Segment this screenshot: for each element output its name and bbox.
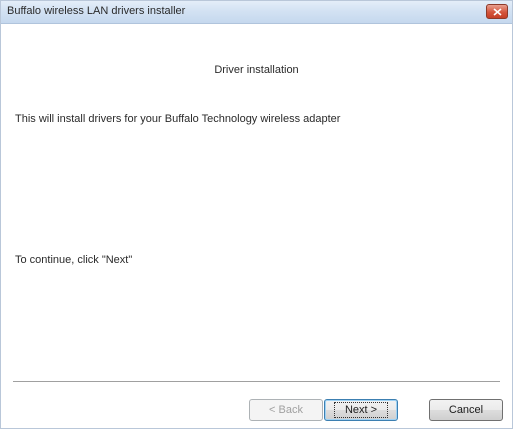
close-button[interactable] — [486, 4, 508, 19]
page-heading: Driver installation — [214, 64, 299, 76]
button-separator — [13, 381, 500, 383]
back-button[interactable]: < Back — [249, 399, 323, 421]
installer-window: Buffalo wireless LAN drivers installer D… — [0, 0, 513, 429]
cancel-button-label: Cancel — [448, 404, 484, 416]
description-text: This will install drivers for your Buffa… — [15, 113, 341, 125]
continue-instruction: To continue, click "Next" — [15, 254, 133, 266]
window-title: Buffalo wireless LAN drivers installer — [7, 5, 186, 17]
close-icon — [492, 7, 502, 16]
next-button[interactable]: Next > — [324, 399, 398, 421]
back-button-label: < Back — [269, 404, 303, 416]
title-bar[interactable]: Buffalo wireless LAN drivers installer — [1, 1, 512, 24]
cancel-button[interactable]: Cancel — [429, 399, 503, 421]
next-button-label: Next > — [333, 402, 389, 418]
